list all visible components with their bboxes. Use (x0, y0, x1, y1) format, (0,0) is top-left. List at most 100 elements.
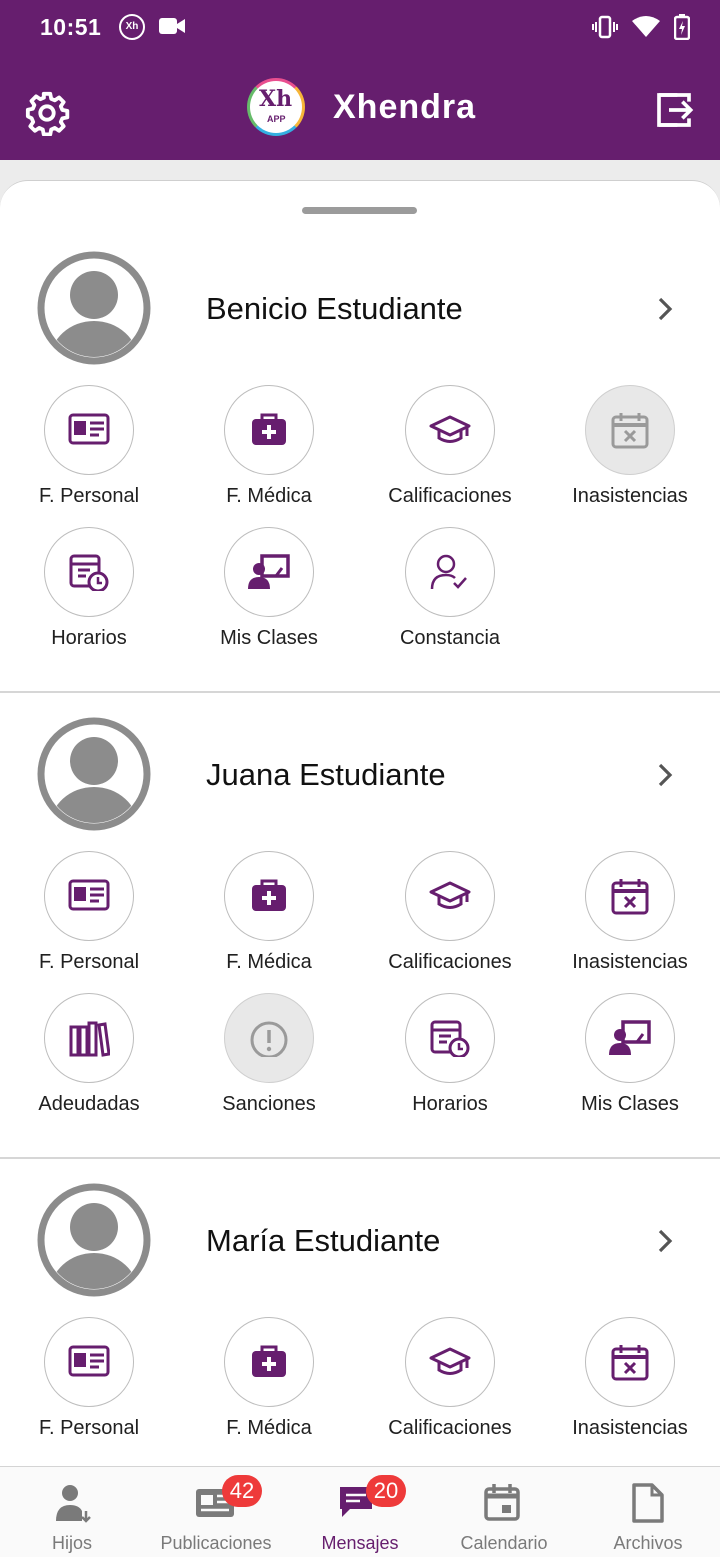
nav-label: Publicaciones (160, 1533, 272, 1553)
tile-inasistencias[interactable]: Inasistencias (545, 1317, 715, 1440)
books-icon (44, 993, 134, 1083)
tile-mis-clases[interactable]: Mis Clases (545, 993, 715, 1116)
children-sheet: Benicio Estudiante F. Personal F. Médica… (0, 180, 720, 1466)
tile-f-personal[interactable]: F. Personal (4, 1317, 174, 1440)
tile-label: F. Médica (226, 951, 312, 973)
chevron-right-icon[interactable] (653, 760, 677, 790)
tile-label: F. Médica (226, 1417, 312, 1439)
tile-f-m-dica[interactable]: F. Médica (184, 851, 354, 974)
user-check-icon (405, 527, 495, 617)
id-card-icon (44, 1317, 134, 1407)
tile-label: F. Personal (38, 485, 140, 507)
tile-f-personal[interactable]: F. Personal (4, 385, 174, 508)
nav-calendario[interactable]: Calendario (432, 1467, 576, 1557)
child-name: Juana Estudiante (206, 757, 446, 792)
unread-badge: 42 (222, 1475, 262, 1507)
chevron-right-icon[interactable] (653, 294, 677, 324)
medical-bag-icon (224, 385, 314, 475)
app-title: Xhendra (333, 88, 477, 126)
nav-label: Mensajes (321, 1533, 399, 1553)
classroom-icon (585, 993, 675, 1083)
nav-mensajes[interactable]: Mensajes 20 (288, 1467, 432, 1557)
gear-icon[interactable] (24, 90, 70, 136)
tile-label: Calificaciones (388, 951, 512, 973)
avatar (37, 251, 151, 365)
child-header[interactable]: Benicio Estudiante (0, 251, 720, 365)
calendar-x-icon (585, 385, 675, 475)
id-card-icon (44, 385, 134, 475)
battery-charging-icon (674, 14, 690, 40)
tile-horarios[interactable]: Horarios (4, 527, 174, 650)
avatar (37, 717, 151, 831)
app-logo: Xh APP (247, 78, 307, 136)
tile-label: F. Personal (38, 1417, 140, 1439)
classroom-icon (224, 527, 314, 617)
chevron-right-icon[interactable] (653, 1226, 677, 1256)
app-bar: Xh APP Xhendra (0, 56, 720, 160)
child-name: María Estudiante (206, 1223, 441, 1258)
medical-bag-icon (224, 1317, 314, 1407)
tile-label: Mis Clases (581, 1093, 679, 1115)
child-header[interactable]: María Estudiante (0, 1183, 720, 1297)
child-header[interactable]: Juana Estudiante (0, 717, 720, 831)
tile-constancia[interactable]: Constancia (365, 527, 535, 650)
medical-bag-icon (224, 851, 314, 941)
avatar (37, 1183, 151, 1297)
tile-label: Calificaciones (388, 485, 512, 507)
file-icon (632, 1483, 664, 1523)
tile-adeudadas[interactable]: Adeudadas (4, 993, 174, 1116)
tile-calificaciones[interactable]: Calificaciones (365, 851, 535, 974)
tile-label: Calificaciones (388, 1417, 512, 1439)
tile-label: Inasistencias (572, 485, 688, 507)
nav-label: Calendario (460, 1533, 548, 1553)
calendar-x-icon (585, 851, 675, 941)
tile-label: F. Médica (226, 485, 312, 507)
nav-label: Hijos (51, 1533, 92, 1553)
tile-label: Inasistencias (572, 951, 688, 973)
tile-horarios[interactable]: Horarios (365, 993, 535, 1116)
alert-circle-icon (224, 993, 314, 1083)
graduation-cap-icon (405, 851, 495, 941)
video-camera-icon (159, 18, 185, 34)
section-divider (0, 691, 720, 693)
tile-inasistencias[interactable]: Inasistencias (545, 851, 715, 974)
calendar-icon (484, 1484, 520, 1521)
nav-label: Archivos (613, 1533, 683, 1553)
logout-icon[interactable] (654, 90, 694, 130)
tile-label: Mis Clases (220, 627, 318, 649)
tile-label: Adeudadas (38, 1093, 140, 1115)
calendar-x-icon (585, 1317, 675, 1407)
tile-label: Inasistencias (572, 1417, 688, 1439)
id-card-icon (44, 851, 134, 941)
tile-f-personal[interactable]: F. Personal (4, 851, 174, 974)
tile-sanciones[interactable]: Sanciones (184, 993, 354, 1116)
status-time: 10:51 (40, 14, 102, 40)
wifi-icon (632, 16, 660, 37)
tile-f-m-dica[interactable]: F. Médica (184, 385, 354, 508)
tile-mis-clases[interactable]: Mis Clases (184, 527, 354, 650)
nav-archivos[interactable]: Archivos (576, 1467, 720, 1557)
bottom-navigation: Hijos Publicaciones 42 Mensajes 20 Calendario… (0, 1466, 720, 1557)
drag-handle[interactable] (302, 207, 417, 214)
graduation-cap-icon (405, 1317, 495, 1407)
schedule-icon (405, 993, 495, 1083)
child-name: Benicio Estudiante (206, 291, 463, 326)
tile-label: Sanciones (222, 1093, 316, 1115)
tile-label: Horarios (412, 1093, 488, 1115)
status-bar: 10:51 Xh (0, 0, 720, 56)
tile-label: Constancia (399, 627, 501, 649)
tile-calificaciones[interactable]: Calificaciones (365, 385, 535, 508)
schedule-icon (44, 527, 134, 617)
children-icon (56, 1485, 91, 1523)
tile-f-m-dica[interactable]: F. Médica (184, 1317, 354, 1440)
nav-hijos[interactable]: Hijos (0, 1467, 144, 1557)
tile-inasistencias[interactable]: Inasistencias (545, 385, 715, 508)
tile-label: Horarios (51, 627, 127, 649)
vibrate-icon (592, 15, 618, 39)
graduation-cap-icon (405, 385, 495, 475)
unread-badge: 20 (366, 1475, 406, 1507)
tile-calificaciones[interactable]: Calificaciones (365, 1317, 535, 1440)
tile-label: F. Personal (38, 951, 140, 973)
section-divider (0, 1157, 720, 1159)
nav-publicaciones[interactable]: Publicaciones 42 (144, 1467, 288, 1557)
